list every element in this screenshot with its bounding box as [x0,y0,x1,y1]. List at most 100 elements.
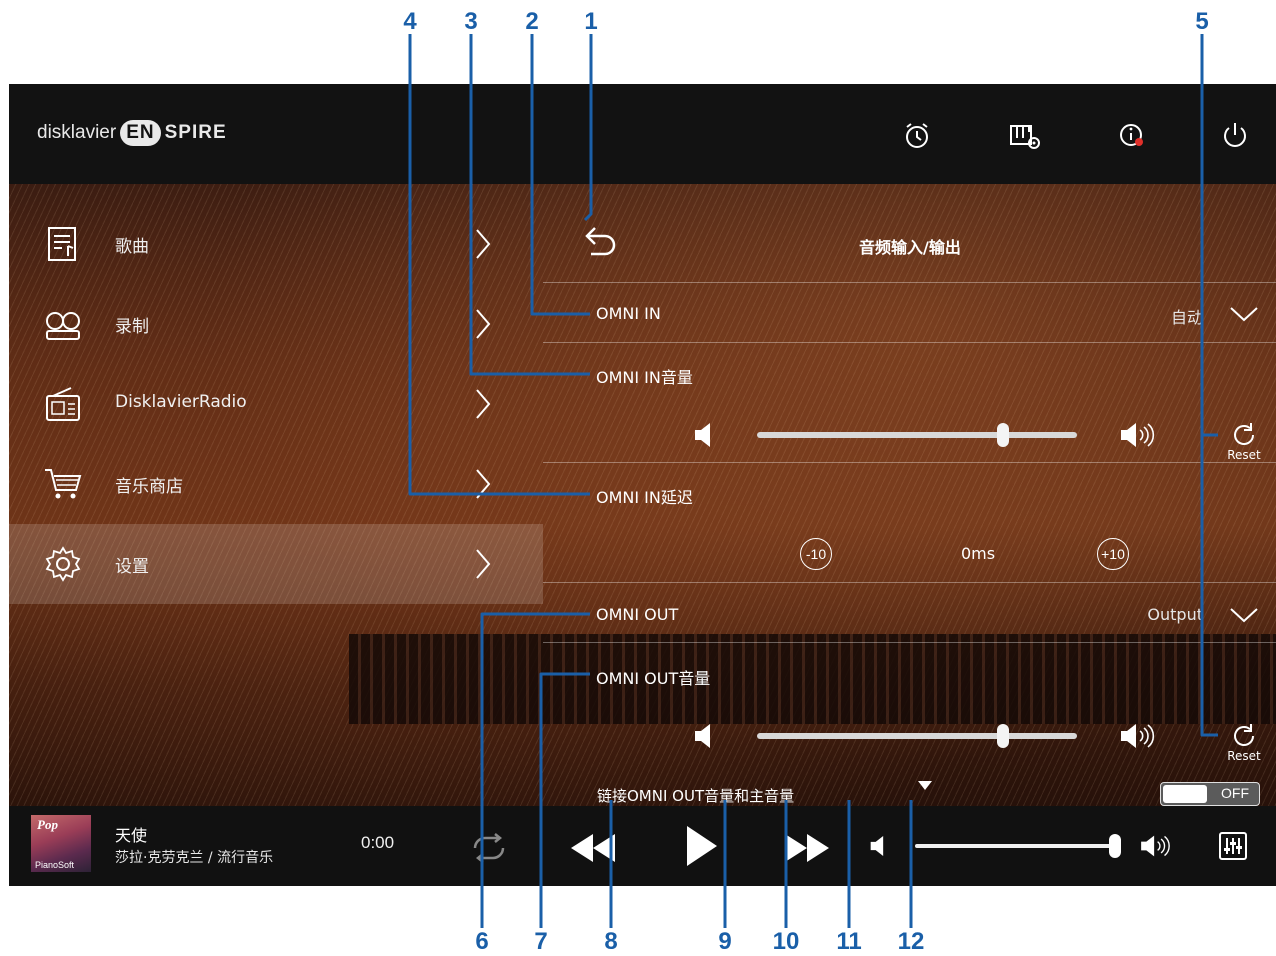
alarm-clock-icon[interactable] [899,118,935,154]
menu-item-radio[interactable]: DisklavierRadio [9,364,543,444]
gear-icon [45,546,81,582]
omni-out-reset-button[interactable]: Reset [1214,721,1274,767]
repeat-icon[interactable] [467,830,511,866]
chevron-right-icon [476,229,491,259]
volume-min-icon [870,836,884,856]
menu-item-label: 录制 [115,317,149,337]
record-icon [46,312,80,340]
menu-item-label: 歌曲 [115,237,149,257]
delay-decrease-button[interactable]: -10 [800,538,832,570]
link-volume-toggle[interactable]: OFF [1160,782,1260,806]
app-window: disklavier EN SPIRE 歌曲 录制 DisklavierRadi… [9,84,1276,886]
callout-3: 3 [464,8,478,35]
chevron-right-icon [476,309,491,339]
player-bar: Pop PianoSoft 天使 莎拉·克劳克兰 / 流行音乐 0:00 [9,806,1276,886]
omni-in-label: OMNI IN [596,304,661,323]
chevron-right-icon [476,549,491,579]
album-art-genre: Pop [37,817,58,832]
info-icon[interactable] [1115,118,1151,154]
divider [543,642,1276,643]
omni-out-label: OMNI OUT [596,605,679,624]
chevron-down-icon[interactable] [1229,605,1259,625]
callout-6: 6 [475,928,489,955]
reset-icon [1234,724,1254,746]
volume-min-icon [695,423,710,447]
volume-max-icon [1121,423,1155,447]
menu-item-music-store[interactable]: 音乐商店 [9,444,543,524]
omni-in-volume-label: OMNI IN音量 [596,368,693,387]
mixer-icon[interactable] [1217,830,1249,862]
rewind-icon[interactable] [567,828,619,868]
omni-in-reset-button[interactable]: Reset [1214,420,1274,466]
radio-icon [46,387,80,421]
reset-label: Reset [1227,448,1261,462]
omni-out-volume-slider[interactable] [693,721,1155,751]
delay-value: 0ms [961,544,996,563]
volume-min-icon [695,724,710,748]
song-artist: 莎拉·克劳克兰 / 流行音乐 [115,850,274,866]
cart-icon [45,469,82,499]
chevron-right-icon [476,469,491,499]
piano-settings-icon[interactable] [1007,118,1043,154]
disklavier-enspire-logo: disklavier EN SPIRE [37,120,227,146]
slider-thumb[interactable] [997,423,1010,447]
toggle-knob [1163,785,1207,803]
omni-in-volume-slider[interactable] [693,420,1155,450]
omni-out-value[interactable]: Output [1083,605,1203,624]
menu-item-songs[interactable]: 歌曲 [9,204,543,284]
master-volume-slider[interactable] [869,828,1189,864]
album-art: Pop PianoSoft [31,815,91,872]
omni-in-delay-label: OMNI IN延迟 [596,488,693,507]
reset-icon [1234,423,1254,445]
callout-12: 12 [897,928,925,955]
slider-thumb[interactable] [1108,834,1121,858]
reset-label: Reset [1227,749,1261,763]
album-art-brand: PianoSoft [35,860,75,870]
callout-10: 10 [772,928,800,955]
menu-item-record[interactable]: 录制 [9,284,543,364]
logo-prefix: disklavier [37,122,117,143]
power-icon[interactable] [1217,118,1253,154]
playback-time: 0:00 [361,833,395,852]
top-bar: disklavier EN SPIRE [9,84,1276,184]
callout-7: 7 [534,928,548,955]
slider-track [757,733,1077,739]
logo-suffix: SPIRE [164,122,227,143]
callout-11: 11 [836,928,862,955]
song-icon [48,227,76,261]
audio-io-panel: 音频输入/输出 OMNI IN 自动 OMNI IN音量 Reset OMNI … [543,184,1276,806]
volume-max-icon [1141,835,1170,857]
menu-item-settings[interactable]: 设置 [9,524,543,604]
callout-8: 8 [604,928,618,955]
divider [543,582,1276,583]
slider-track [757,432,1077,438]
toggle-state: OFF [1221,785,1249,801]
omni-out-volume-label: OMNI OUT音量 [596,669,711,688]
link-volume-label: 链接OMNI OUT音量和主音量 [597,787,795,805]
callout-2: 2 [525,8,539,35]
scroll-down-indicator-icon [918,781,932,790]
divider [543,342,1276,343]
page-title: 音频输入/输出 [859,238,961,257]
callout-5: 5 [1195,8,1209,35]
chevron-right-icon [476,389,491,419]
menu-item-label: DisklavierRadio [115,392,247,412]
play-icon[interactable] [683,824,721,868]
delay-increase-button[interactable]: +10 [1097,538,1129,570]
volume-max-icon [1121,724,1155,748]
callout-4: 4 [403,8,417,35]
divider [543,462,1276,463]
callout-9: 9 [718,928,732,955]
back-button[interactable] [581,222,621,262]
slider-track [915,844,1121,848]
menu-item-label: 音乐商店 [115,477,183,497]
omni-in-value[interactable]: 自动 [1103,304,1203,328]
logo-en: EN [120,120,161,146]
divider [543,282,1276,283]
callout-1: 1 [584,8,598,35]
fast-forward-icon[interactable] [781,828,833,868]
menu-item-label: 设置 [115,557,149,577]
chevron-down-icon[interactable] [1229,304,1259,324]
slider-thumb[interactable] [997,724,1010,748]
song-title: 天使 [115,826,148,845]
